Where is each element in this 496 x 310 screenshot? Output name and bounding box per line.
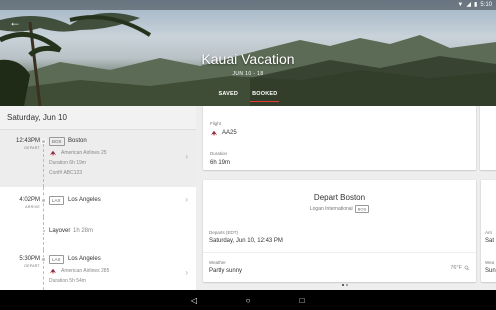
- timeline-dot: [41, 139, 46, 144]
- american-airlines-icon: [49, 268, 57, 275]
- itinerary-list: Saturday, Jun 10 12:43PM DEPART BOS Bost…: [0, 106, 196, 290]
- next-card-peek[interactable]: [480, 106, 496, 170]
- itinerary-item-depart-la[interactable]: 5:30PM DEPART LAX Los Angeles American A…: [0, 250, 196, 290]
- weather-value: Sun: [485, 268, 496, 274]
- arrive-label: Arri: [485, 230, 492, 235]
- duration-label: Duration: [210, 151, 228, 156]
- trip-dates: JUN 10 - 18: [232, 71, 264, 77]
- timeline-line: [43, 144, 44, 187]
- segment-airline: American Airlines 285: [61, 268, 110, 274]
- divider: [203, 252, 476, 253]
- timeline-dot: [41, 257, 46, 262]
- airport-name-text: Logan International: [309, 206, 353, 212]
- layover-label: Layover: [49, 228, 71, 234]
- status-bar: ▼ ◢ ▮ 5:10: [0, 0, 496, 10]
- itinerary-item-depart-boston[interactable]: 12:43PM DEPART BOS Boston American Airli…: [0, 130, 196, 187]
- chevron-right-icon: ›: [185, 152, 188, 161]
- timeline-dot: [41, 198, 46, 203]
- trip-hero-header: ← Kauai Vacation JUN 10 - 18 SAVED BOOKE…: [0, 0, 496, 106]
- flight-detail-card[interactable]: Flight AA25 Duration 6h 19m: [203, 106, 476, 170]
- departs-value: Saturday, Jun 10, 12:43 PM: [209, 238, 283, 244]
- weather-value: Partly sunny: [209, 268, 243, 274]
- system-nav-bar: ◁ ○ □: [0, 290, 496, 310]
- temperature: 76°F: [450, 265, 462, 271]
- segment-city: Boston: [68, 138, 87, 144]
- pager-dot-active: [342, 284, 344, 286]
- depart-title: Depart Boston: [313, 193, 366, 202]
- pager-dot: [346, 284, 348, 286]
- segment-airline: American Airlines 25: [61, 150, 107, 156]
- airport-code-badge: LAX: [49, 196, 64, 205]
- partly-sunny-icon: [464, 265, 470, 270]
- weather-label: Weather: [209, 260, 226, 265]
- segment-duration: Duration 6h 19m: [49, 160, 86, 166]
- segment-type: DEPART: [24, 146, 40, 150]
- recents-square-icon[interactable]: □: [297, 296, 307, 305]
- segment-confirmation: Conf# ABC123: [49, 170, 83, 176]
- wifi-icon: ▼: [457, 1, 464, 8]
- depart-detail-card[interactable]: Depart Boston Logan International BOS Dep…: [203, 180, 476, 282]
- trip-content: Saturday, Jun 10 12:43PM DEPART BOS Bost…: [0, 106, 496, 290]
- flight-label: Flight: [210, 121, 222, 126]
- departs-label: Departs (EDT): [209, 230, 239, 235]
- airport-code-badge: BOS: [49, 137, 65, 146]
- airport-name: Logan International BOS: [203, 204, 476, 213]
- weather-label: Wea: [485, 260, 495, 265]
- status-time: 5:10: [480, 1, 492, 8]
- timeline-line: [43, 250, 44, 290]
- pager-indicator: [342, 284, 348, 286]
- itinerary-item-layover: Layover 1h 28m: [0, 217, 196, 250]
- segment-type: DEPART: [24, 264, 40, 268]
- itinerary-item-arrive-la[interactable]: 4:02PM ARRIVE LAX Los Angeles ›: [0, 187, 196, 217]
- arrive-card-peek[interactable]: Arri Sat Wea Sun: [481, 180, 496, 282]
- layover-duration: 1h 28m: [73, 228, 94, 234]
- battery-icon: ▮: [474, 2, 478, 8]
- duration-value: 6h 19m: [210, 160, 231, 166]
- segment-city: Los Angeles: [68, 256, 101, 262]
- timeline-dot: [41, 229, 46, 233]
- segment-time: 4:02PM: [19, 197, 40, 203]
- signal-icon: ◢: [466, 2, 471, 8]
- flight-number: AA25: [222, 130, 237, 136]
- segment-type: ARRIVE: [25, 205, 40, 209]
- back-arrow-icon[interactable]: ←: [9, 15, 23, 29]
- airport-code-badge: LAX: [49, 255, 64, 264]
- segment-time: 5:30PM: [19, 256, 40, 262]
- airport-code-badge: BOS: [354, 204, 370, 213]
- trip-title: Kauai Vacation: [201, 51, 295, 67]
- trip-tabs: SAVED BOOKED: [0, 88, 496, 102]
- tab-saved[interactable]: SAVED: [217, 88, 241, 102]
- home-circle-icon[interactable]: ○: [243, 296, 253, 305]
- segment-time: 12:43PM: [15, 138, 40, 144]
- chevron-right-icon: ›: [185, 268, 188, 277]
- segment-duration: Duration 5h 54m: [49, 278, 86, 284]
- american-airlines-icon: [210, 130, 218, 137]
- tab-booked[interactable]: BOOKED: [250, 88, 280, 102]
- timeline-line: [43, 217, 44, 250]
- segment-city: Los Angeles: [68, 197, 101, 203]
- arrive-value: Sat: [485, 238, 495, 244]
- back-triangle-icon[interactable]: ◁: [189, 296, 199, 305]
- american-airlines-icon: [49, 150, 57, 157]
- day-header: Saturday, Jun 10: [0, 106, 196, 130]
- chevron-right-icon: ›: [185, 195, 188, 204]
